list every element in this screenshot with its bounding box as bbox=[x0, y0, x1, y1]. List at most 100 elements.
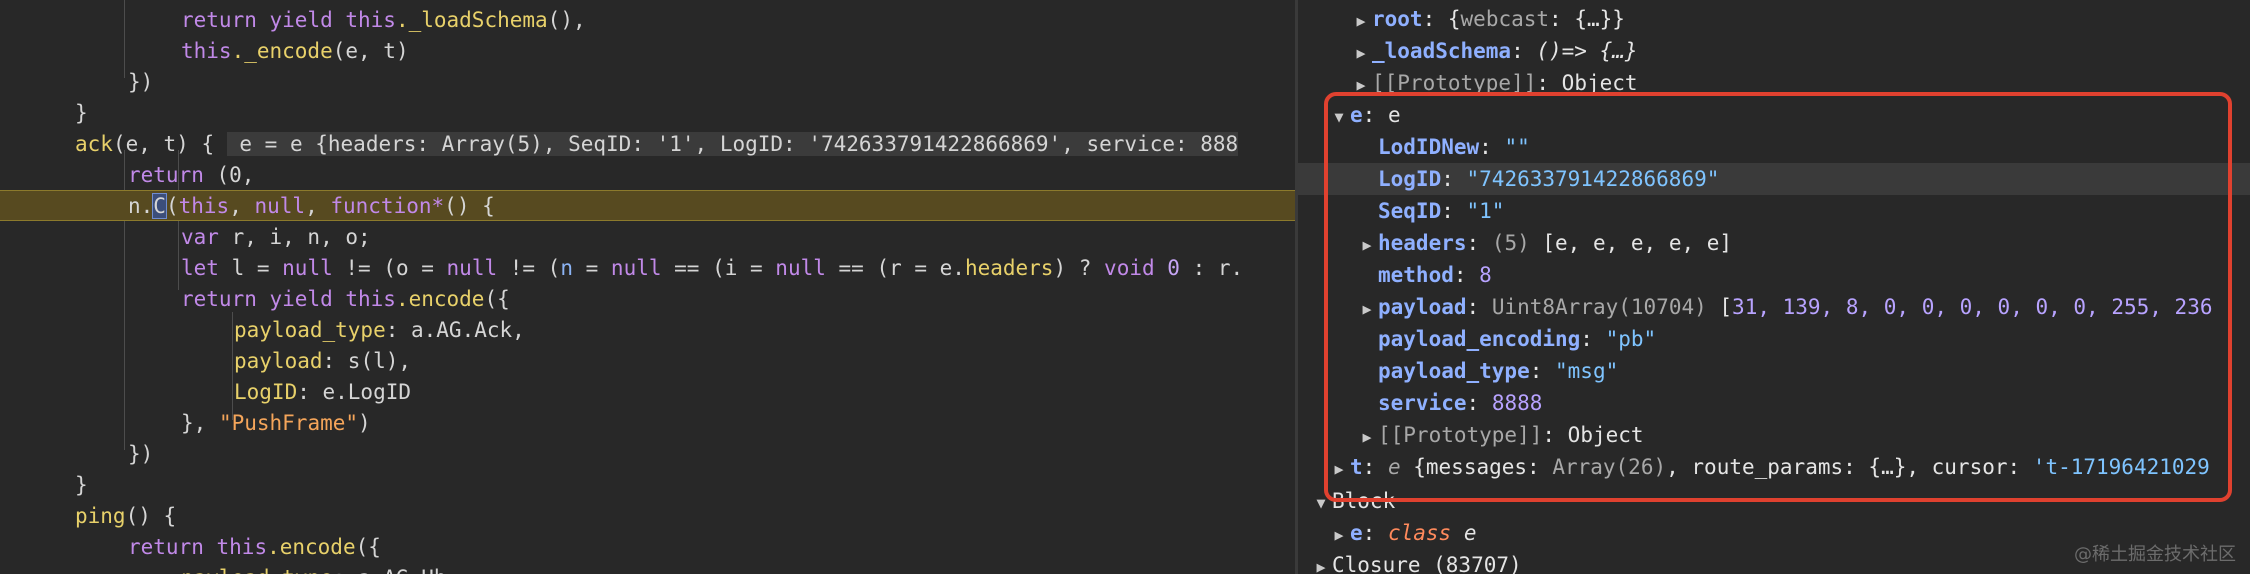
code-line[interactable]: ack(e, t) { e = e {headers: Array(5), Se… bbox=[0, 129, 1295, 160]
scope-sep: : bbox=[1466, 295, 1492, 319]
code-line[interactable]: payload_type: a.AG.Ack, bbox=[0, 315, 1295, 346]
code-text: : s(l), bbox=[322, 349, 412, 373]
code-text: (), bbox=[547, 8, 586, 32]
scope-sep: : bbox=[1536, 71, 1562, 95]
code-text: = bbox=[572, 256, 611, 280]
code-line[interactable]: var r, i, n, o; bbox=[0, 222, 1295, 253]
scope-row-e[interactable]: ▼ e: e bbox=[1298, 99, 2250, 131]
code-text: (e, t) { bbox=[112, 132, 215, 156]
scope-row-payload-encoding[interactable]: payload_encoding: "pb" bbox=[1298, 323, 2250, 355]
keyword: null bbox=[610, 256, 662, 280]
expand-triangle-icon[interactable]: ▶ bbox=[1328, 519, 1350, 551]
expand-triangle-icon[interactable]: ▶ bbox=[1350, 5, 1372, 37]
keyword: this bbox=[178, 194, 230, 218]
code-text: == (i = bbox=[661, 256, 776, 280]
scope-row-service[interactable]: service: 8888 bbox=[1298, 387, 2250, 419]
expand-triangle-icon[interactable]: ▶ bbox=[1356, 293, 1378, 325]
code-line[interactable]: payload: s(l), bbox=[0, 346, 1295, 377]
scope-value: { bbox=[1447, 7, 1461, 31]
scope-row-root[interactable]: ▶ root: {webcast: {…}} bbox=[1298, 3, 2250, 35]
code-line[interactable]: return this.encode({ bbox=[0, 532, 1295, 563]
expand-triangle-icon[interactable]: ▶ bbox=[1350, 37, 1372, 69]
scope-key: LogID bbox=[1378, 167, 1442, 191]
scope-pane[interactable]: ▶ root: {webcast: {…}} ▶ _loadSchema: ()=>… bbox=[1298, 0, 2250, 574]
code-line[interactable]: }) bbox=[0, 67, 1295, 98]
scope-key: payload bbox=[1378, 295, 1467, 319]
code-line[interactable]: return (0, bbox=[0, 160, 1295, 191]
code-line[interactable]: ping() { bbox=[0, 501, 1295, 532]
expand-triangle-icon[interactable]: ▶ bbox=[1310, 551, 1332, 574]
scope-row-loadschema[interactable]: ▶ _loadSchema: ()=> {…} bbox=[1298, 35, 2250, 67]
code-text: : r. bbox=[1179, 256, 1244, 280]
keyword: null bbox=[254, 194, 306, 218]
scope-section-block[interactable]: ▼ Block bbox=[1298, 485, 2250, 517]
code-line[interactable]: }, "PushFrame") bbox=[0, 408, 1295, 439]
code-line[interactable]: let l = null != (o = null != (n = null =… bbox=[0, 253, 1295, 284]
code-text: != (o = bbox=[332, 256, 447, 280]
scope-row-payload-type[interactable]: payload_type: "msg" bbox=[1298, 355, 2250, 387]
keyword: null bbox=[775, 256, 826, 280]
code-line[interactable]: return yield this.encode({ bbox=[0, 284, 1295, 315]
expand-triangle-icon[interactable]: ▶ bbox=[1356, 421, 1378, 453]
code-text: ) ? bbox=[1053, 256, 1105, 280]
scope-row-prototype[interactable]: ▶ [[Prototype]]: Object bbox=[1298, 419, 2250, 451]
scope-row-t[interactable]: ▶ t: e {messages: Array(26), route_params… bbox=[1298, 451, 2250, 483]
expand-triangle-icon[interactable]: ▶ bbox=[1350, 69, 1372, 101]
code-text: }, bbox=[181, 411, 219, 435]
code-line[interactable]: } bbox=[0, 98, 1295, 129]
scope-row-logid[interactable]: LogID: "742633791422866869" bbox=[1298, 163, 2250, 195]
code-text: (0, bbox=[216, 163, 255, 187]
expand-triangle-icon[interactable]: ▶ bbox=[1328, 453, 1350, 485]
scope-section-label: Closure (83707) bbox=[1332, 553, 1522, 574]
scope-value: "" bbox=[1504, 135, 1530, 159]
scope-value: : {…}} bbox=[1549, 7, 1625, 31]
collapse-triangle-icon[interactable]: ▼ bbox=[1328, 101, 1350, 133]
scope-row-headers[interactable]: ▶ headers: (5) [e, e, e, e, e] bbox=[1298, 227, 2250, 259]
scope-sep: : bbox=[1362, 103, 1388, 127]
scope-row-payload[interactable]: ▶ payload: Uint8Array(10704) [31, 139, 8,… bbox=[1298, 291, 2250, 323]
method-call: ._loadSchema bbox=[395, 8, 548, 32]
keyword: let bbox=[181, 256, 232, 280]
variable: n bbox=[560, 256, 573, 280]
code-line[interactable]: } bbox=[0, 470, 1295, 501]
scope-value: webcast bbox=[1460, 7, 1550, 31]
inline-value-preview: e = e {headers: Array(5), SeqID: '1', Lo… bbox=[226, 132, 1239, 156]
scope-value: Object bbox=[1567, 423, 1644, 447]
keyword: * bbox=[431, 194, 445, 218]
code-line[interactable]: payload_type: a.AG.Hb, bbox=[0, 563, 1295, 574]
scope-key: root bbox=[1372, 7, 1423, 31]
keyword: return bbox=[181, 8, 270, 32]
scope-row-method[interactable]: method: 8 bbox=[1298, 259, 2250, 291]
collapse-triangle-icon[interactable]: ▼ bbox=[1310, 487, 1332, 519]
code-line[interactable]: }) bbox=[0, 439, 1295, 470]
code-text: , bbox=[305, 194, 331, 218]
code-line[interactable]: return yield this._loadSchema(), bbox=[0, 5, 1295, 36]
property: payload bbox=[234, 349, 323, 373]
scope-key: e bbox=[1350, 521, 1363, 545]
code-text: } bbox=[75, 473, 88, 497]
scope-value: , cursor: bbox=[1906, 455, 2033, 479]
scope-value: "742633791422866869" bbox=[1466, 167, 1720, 191]
scope-value: [ bbox=[1719, 295, 1733, 319]
expand-triangle-icon[interactable]: ▶ bbox=[1356, 229, 1378, 261]
code-line[interactable]: LogID: e.LogID bbox=[0, 377, 1295, 408]
code-line-paused[interactable]: n.C(this, null, function*() { bbox=[0, 191, 1295, 222]
string: "PushFrame" bbox=[218, 411, 359, 435]
keyword: return bbox=[128, 535, 217, 559]
number: 0 bbox=[1167, 256, 1180, 280]
scope-row-lodidnew[interactable]: LodIDNew: "" bbox=[1298, 131, 2250, 163]
scope-value: e bbox=[1387, 455, 1414, 479]
source-code-pane[interactable]: return yield this._loadSchema(), this._e… bbox=[0, 0, 1295, 574]
keyword: return bbox=[128, 163, 217, 187]
scope-count: (5) bbox=[1491, 231, 1543, 255]
scope-value: 8888 bbox=[1491, 391, 1543, 415]
keyword: null bbox=[282, 256, 333, 280]
scope-value: class bbox=[1387, 521, 1464, 545]
scope-row-prototype[interactable]: ▶ [[Prototype]]: Object bbox=[1298, 67, 2250, 99]
scope-row-seqid[interactable]: SeqID: "1" bbox=[1298, 195, 2250, 227]
keyword: return bbox=[181, 287, 270, 311]
scope-value: "pb" bbox=[1605, 327, 1657, 351]
keyword: function bbox=[330, 194, 432, 218]
code-line[interactable]: this._encode(e, t) bbox=[0, 36, 1295, 67]
code-text: : e.LogID bbox=[297, 380, 412, 404]
